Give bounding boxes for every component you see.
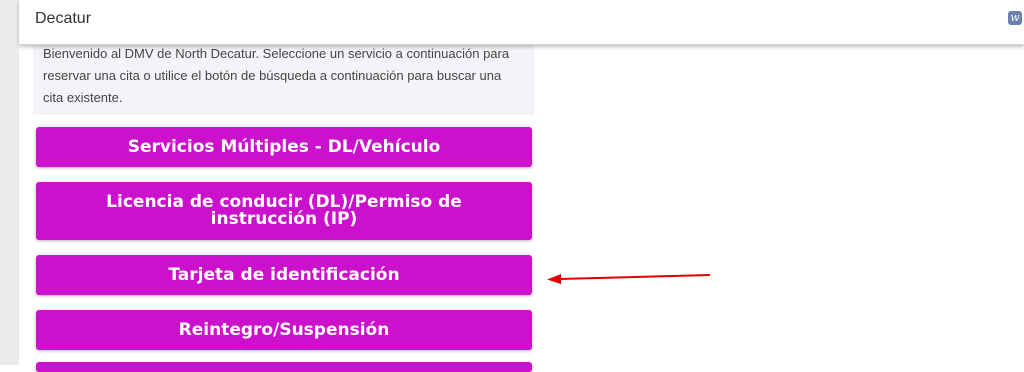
extension-logo-icon[interactable]: w — [1008, 11, 1022, 25]
intro-panel: Bienvenido al DMV de North Decatur. Sele… — [33, 40, 534, 115]
service-button-id-card[interactable]: Tarjeta de identificación — [36, 255, 532, 295]
service-button-reinstatement[interactable]: Reintegro/Suspensión — [36, 310, 532, 350]
page-title: Decatur — [35, 10, 92, 27]
annotation-arrow-icon — [547, 274, 711, 284]
service-button-driver-license[interactable]: Licencia de conducir (DL)/Permiso de ins… — [36, 182, 532, 240]
header-bar: Decatur w — [19, 0, 1024, 45]
service-button-next[interactable] — [36, 362, 532, 372]
service-button-multiple[interactable]: Servicios Múltiples - DL/Vehículo — [36, 127, 532, 167]
left-gutter — [0, 0, 19, 365]
intro-text: Bienvenido al DMV de North Decatur. Sele… — [43, 46, 510, 105]
